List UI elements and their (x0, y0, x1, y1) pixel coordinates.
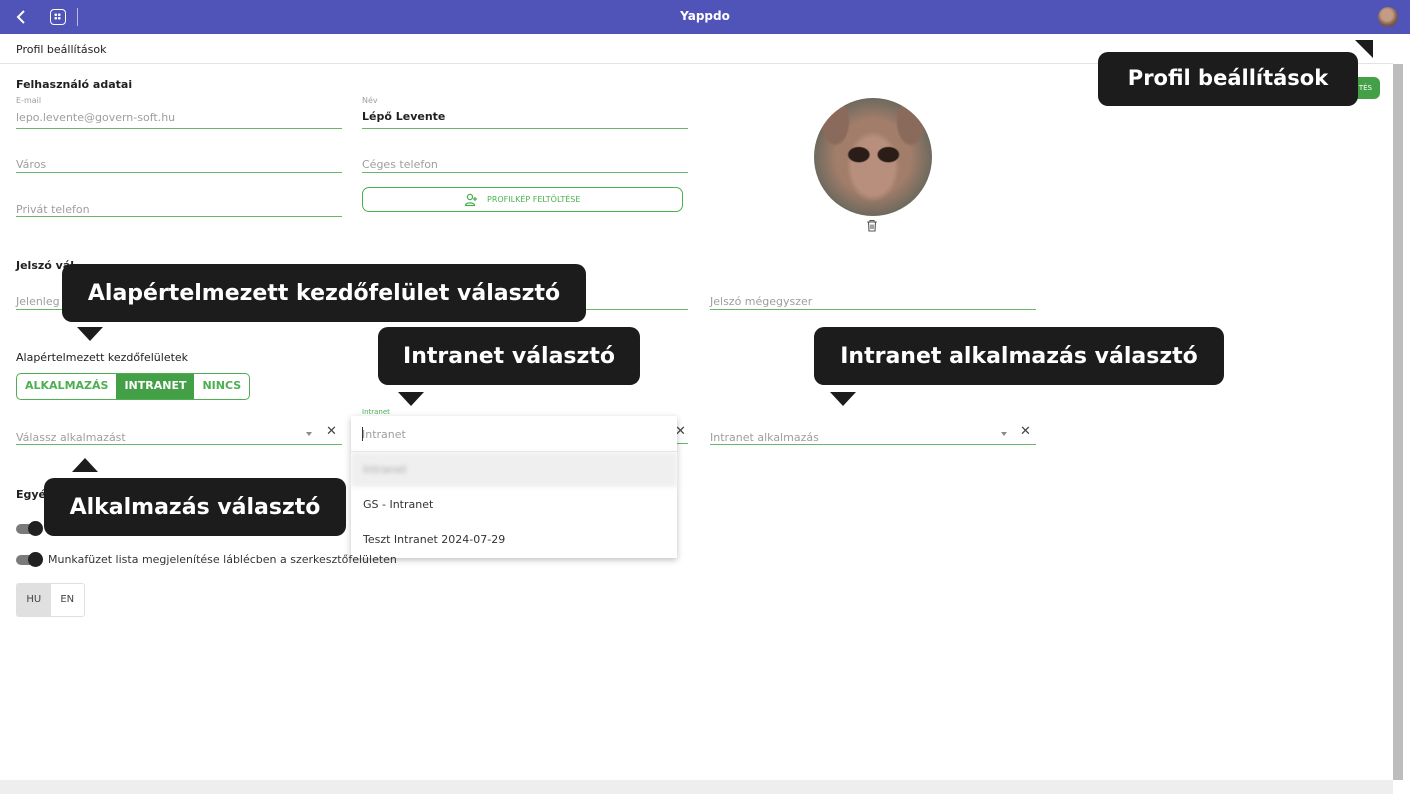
callout-intranet-app-text: Intranet alkalmazás választó (840, 344, 1198, 369)
user-avatar-icon[interactable] (1378, 7, 1398, 27)
dropdown-option[interactable]: Intranet (351, 452, 677, 487)
other-section-title: Egyé (16, 488, 47, 501)
intranet-dropdown: Intranet Intranet GS - Intranet Teszt In… (351, 416, 677, 558)
intranet-app-select[interactable]: Intranet alkalmazás (710, 428, 1036, 445)
text-cursor (362, 427, 363, 441)
app-select[interactable]: Válassz alkalmazást (16, 428, 342, 445)
intranet-select-label: Intranet (362, 408, 390, 416)
option-intranet[interactable]: INTRANET (116, 374, 195, 399)
app-select-placeholder: Válassz alkalmazást (16, 431, 126, 444)
language-hu[interactable]: HU (17, 584, 51, 616)
add-person-icon (464, 193, 477, 207)
callout-default-view: Alapértelmezett kezdőfelület választó (62, 264, 586, 322)
bottom-bar (0, 780, 1393, 794)
current-password-placeholder: Jelenleg (16, 295, 60, 308)
callout-pointer (1355, 40, 1373, 58)
language-en[interactable]: EN (51, 584, 85, 616)
switch-2-label: Munkafüzet lista megjelenítése láblécben… (48, 553, 397, 566)
chevron-down-icon[interactable] (306, 432, 312, 436)
language-toggle: HU EN (16, 583, 85, 617)
app-title: Yappdo (680, 9, 730, 23)
top-bar: Yappdo (0, 0, 1410, 34)
close-icon[interactable]: ✕ (1020, 424, 1031, 439)
repeat-password-field[interactable]: Jelszó mégegyszer (710, 293, 1036, 310)
email-value: lepo.levente@govern-soft.hu (16, 111, 176, 124)
callout-app: Alkalmazás választó (44, 478, 346, 536)
setting-switch-1[interactable] (16, 521, 43, 536)
callout-pointer (77, 327, 103, 341)
intranet-search-input[interactable]: Intranet (351, 416, 677, 452)
city-field[interactable]: Város (16, 156, 342, 173)
name-value: Lépő Levente (362, 110, 446, 123)
callout-app-text: Alkalmazás választó (69, 495, 321, 520)
option-application[interactable]: ALKALMAZÁS (17, 374, 116, 399)
email-label: E-mail (16, 96, 42, 105)
name-field[interactable]: Név Lépő Levente (362, 96, 688, 129)
close-icon[interactable]: ✕ (326, 424, 337, 439)
upload-button-label: PROFILKÉP FELTÖLTÉSE (487, 195, 581, 204)
option-none[interactable]: NINCS (194, 374, 249, 399)
intranet-search-placeholder: Intranet (362, 428, 406, 441)
repeat-password-placeholder: Jelszó mégegyszer (710, 295, 813, 308)
callout-default-view-text: Alapértelmezett kezdőfelület választó (87, 281, 561, 306)
default-view-toggle: ALKALMAZÁS INTRANET NINCS (16, 373, 251, 400)
callout-intranet-app: Intranet alkalmazás választó (814, 327, 1224, 385)
email-field[interactable]: E-mail lepo.levente@govern-soft.hu (16, 96, 342, 129)
upload-profile-picture-button[interactable]: PROFILKÉP FELTÖLTÉSE (362, 187, 683, 212)
default-views-title: Alapértelmezett kezdőfelületek (16, 351, 189, 364)
callout-pointer (398, 392, 424, 406)
callout-profile: Profil beállítások (1098, 52, 1358, 106)
setting-switch-2[interactable] (16, 552, 43, 567)
company-phone-field[interactable]: Céges telefon (362, 156, 688, 173)
profile-picture (814, 98, 932, 216)
scrollbar[interactable] (1393, 64, 1403, 780)
intranet-app-placeholder: Intranet alkalmazás (710, 431, 819, 444)
user-section-title: Felhasználó adatai (16, 78, 133, 91)
city-placeholder: Város (16, 158, 47, 171)
chevron-down-icon[interactable] (1001, 432, 1007, 436)
private-phone-field[interactable]: Privát telefon (16, 200, 342, 217)
callout-intranet: Intranet választó (378, 327, 640, 385)
callout-pointer (830, 392, 856, 406)
dropdown-option[interactable]: Teszt Intranet 2024-07-29 (351, 522, 677, 557)
callout-pointer (72, 458, 98, 472)
callout-profile-text: Profil beállítások (1127, 66, 1329, 90)
trash-icon[interactable] (866, 219, 878, 232)
private-phone-placeholder: Privát telefon (16, 203, 90, 216)
page-title: Profil beállítások (16, 43, 107, 56)
save-button-label: TÉS (1358, 84, 1372, 92)
dropdown-option[interactable]: GS - Intranet (351, 487, 677, 522)
callout-intranet-text: Intranet választó (403, 344, 615, 369)
name-label: Név (362, 96, 378, 105)
company-phone-placeholder: Céges telefon (362, 158, 438, 171)
